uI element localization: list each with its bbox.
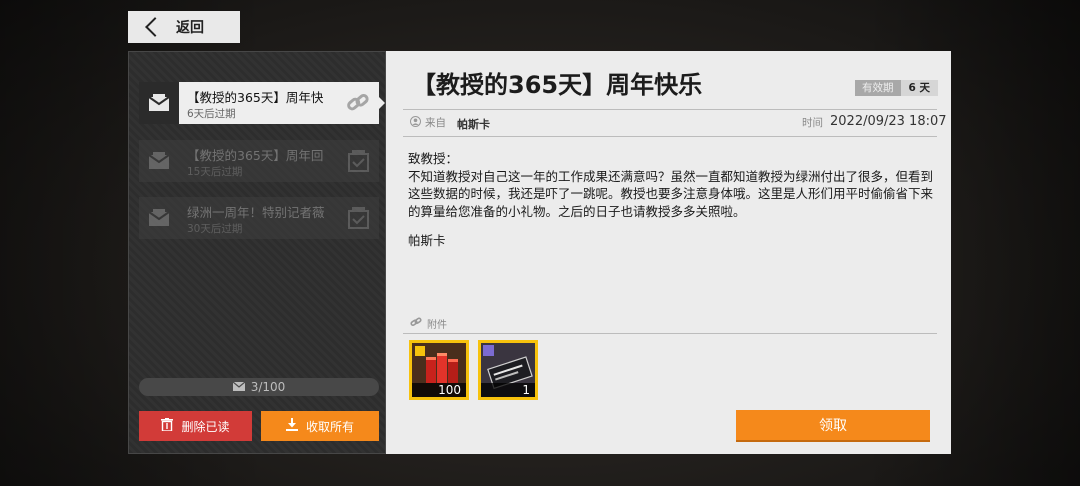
- delete-read-button[interactable]: 删除已读: [139, 411, 252, 441]
- checkbox-icon: [347, 149, 371, 177]
- mail-counter: 3/100: [139, 378, 379, 396]
- sender-meta: 来自: [410, 115, 446, 130]
- link-icon: [410, 317, 422, 330]
- trash-icon: [161, 418, 174, 434]
- mail-item-title: 【教授的365天】周年回: [187, 148, 324, 163]
- time-label: 时间: [802, 117, 823, 129]
- mail-detail-panel: 【教授的365天】周年快乐 有效期 6 天 来自 帕斯卡 时间 2022/09/…: [386, 51, 951, 454]
- mail-greeting: 致教授：: [408, 151, 459, 166]
- delete-read-label: 删除已读: [181, 419, 230, 434]
- attachments-label: 附件: [410, 316, 447, 331]
- mail-signature: 帕斯卡: [408, 233, 446, 248]
- sender-name: 帕斯卡: [457, 118, 490, 131]
- envelope-icon: [232, 380, 246, 394]
- chevron-left-icon: [145, 17, 165, 37]
- mail-item-expiry: 15天后过期: [187, 166, 243, 178]
- mail-count-text: 3/100: [250, 380, 286, 394]
- mail-body-text: 不知道教授对自己这一年的工作成果还满意吗？虽然一直都知道教授为绿洲付出了很多，但…: [408, 168, 934, 219]
- back-label: 返回: [176, 20, 204, 36]
- mail-list-panel: 【教授的365天】周年快 6天后过期 【教授的365天】周年回 15天后过期 绿…: [128, 51, 386, 454]
- attachment-qty: 1: [481, 383, 535, 397]
- claim-button[interactable]: 领取: [736, 410, 930, 440]
- validity-value: 6 天: [900, 80, 938, 96]
- checkbox-icon: [347, 206, 371, 234]
- collect-all-button[interactable]: 收取所有: [261, 411, 379, 441]
- validity-label: 有效期: [855, 80, 901, 96]
- attachment-qty: 100: [412, 383, 466, 397]
- time-value: 2022/09/23 18:07: [830, 114, 947, 129]
- download-icon: [285, 418, 298, 434]
- envelope-icon: [139, 140, 179, 182]
- attachments-label-text: 附件: [427, 320, 447, 331]
- divider: [403, 333, 937, 334]
- mail-item-1[interactable]: 【教授的365天】周年快 6天后过期: [139, 82, 385, 124]
- validity-badge: 有效期 6 天: [855, 80, 938, 96]
- mail-body: 致教授： 不知道教授对自己这一年的工作成果还满意吗？虽然一直都知道教授为绿洲付出…: [408, 150, 933, 220]
- mail-item-title: 【教授的365天】周年快: [187, 90, 324, 105]
- user-icon: [410, 115, 421, 130]
- envelope-icon: [139, 197, 179, 239]
- mail-item-expiry: 30天后过期: [187, 223, 243, 235]
- envelope-icon: [139, 82, 179, 124]
- mail-item-2[interactable]: 【教授的365天】周年回 15天后过期: [139, 140, 379, 182]
- attachment-item-1[interactable]: 100: [409, 340, 469, 400]
- mail-item-expiry: 6天后过期: [187, 108, 236, 120]
- collect-all-label: 收取所有: [305, 419, 354, 434]
- mail-item-title: 绿洲一周年！特别记者薇: [187, 205, 325, 220]
- from-label: 来自: [425, 117, 446, 129]
- link-icon: [345, 91, 371, 119]
- back-button[interactable]: 返回: [128, 11, 240, 43]
- attachment-item-2[interactable]: 1: [478, 340, 538, 400]
- divider: [403, 136, 937, 137]
- divider: [403, 109, 937, 110]
- mail-title: 【教授的365天】周年快乐: [412, 71, 703, 99]
- mail-item-3[interactable]: 绿洲一周年！特别记者薇 30天后过期: [139, 197, 379, 239]
